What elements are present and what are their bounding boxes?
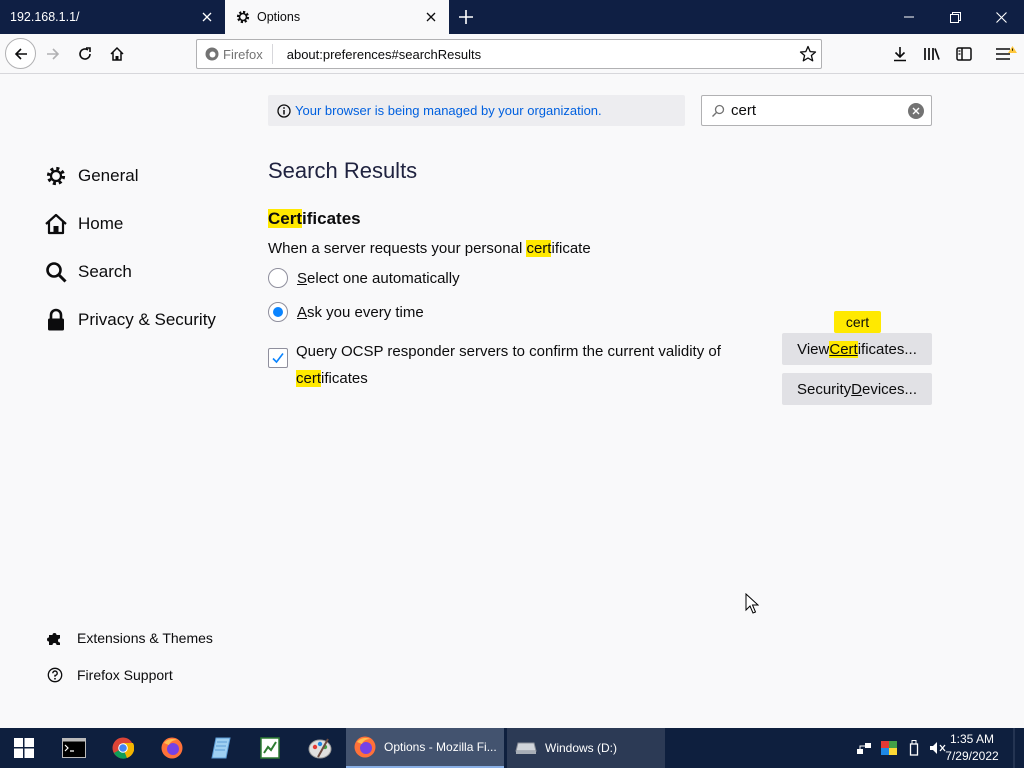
url-text[interactable]: about:preferences#searchResults [287,47,481,62]
home-icon [44,212,68,236]
network-tray-icon[interactable] [852,728,876,768]
system-clock[interactable]: 1:35 AM 7/29/2022 [942,731,1002,765]
tab-title: 192.168.1.1/ [10,10,80,24]
url-bar[interactable]: Firefox about:preferences#searchResults [196,39,822,69]
start-button[interactable] [0,728,48,768]
firefox-window-task[interactable]: Options - Mozilla Fi... [346,728,504,768]
task-title: Options - Mozilla Fi... [384,740,497,754]
identity-label: Firefox [223,46,263,62]
paint-taskbar-icon[interactable] [296,728,344,768]
radio-button[interactable] [268,268,288,288]
gear-icon [235,9,251,25]
new-tab-button[interactable] [449,0,483,34]
firefox-support-link[interactable]: Firefox Support [46,666,173,684]
search-input[interactable] [731,102,901,119]
search-highlight: cert [526,240,552,257]
terminal-taskbar-icon[interactable] [50,728,98,768]
security-devices-button[interactable]: Security Devices... [782,373,932,405]
category-list: General Home Search Privacy & Security [44,152,216,344]
search-icon [711,104,725,118]
radio-label: Ask you every time [297,303,424,321]
extensions-themes-link[interactable]: Extensions & Themes [46,629,213,647]
info-icon [277,103,291,118]
desc-text-rest: ificate [551,240,591,257]
firefox-icon [354,736,376,758]
search-icon [44,260,68,284]
checkmark-icon [272,353,284,364]
radio-button-selected[interactable] [268,302,288,322]
support-label: Firefox Support [77,667,173,683]
clear-search-icon[interactable] [908,103,924,119]
radio-select-automatically[interactable]: Select one automatically [268,268,460,288]
app-menu-button[interactable] [992,40,1020,68]
view-certificates-button[interactable]: View Cert ificates... [782,333,932,365]
clock-date: 7/29/2022 [945,749,999,763]
section-title-rest: ificates [302,209,361,228]
ocsp-checkbox[interactable] [268,348,288,368]
close-tab-icon[interactable] [199,9,215,25]
reload-button[interactable] [71,40,99,68]
downloads-button[interactable] [886,40,914,68]
restore-button[interactable] [932,0,978,34]
windows-taskbar: Options - Mozilla Fi... Windows (D:) 1:3… [0,728,1024,768]
firefox-icon [205,47,219,61]
preferences-search-box[interactable] [701,95,932,126]
search-tooltip: cert [834,311,881,333]
sidebar-button[interactable] [950,40,978,68]
tab-strip: 192.168.1.1/ Options [0,0,1024,34]
puzzle-icon [46,629,64,647]
category-label: Search [78,262,132,281]
desc-text: When a server requests your personal [268,240,527,257]
firefox-taskbar-icon[interactable] [148,728,196,768]
back-button[interactable] [5,38,36,69]
chrome-taskbar-icon[interactable] [99,728,147,768]
search-results-heading: Search Results [268,158,418,183]
library-button[interactable] [918,40,946,68]
navigation-toolbar: Firefox about:preferences#searchResults [0,34,1024,74]
radio-ask-every-time[interactable]: Ask you every time [268,302,424,322]
home-button[interactable] [103,40,131,68]
identity-box[interactable]: Firefox [197,44,273,64]
policies-notice[interactable]: Your browser is being managed by your or… [268,95,685,126]
extensions-label: Extensions & Themes [77,630,213,646]
task-title: Windows (D:) [545,741,618,755]
drive-icon [515,742,537,754]
search-highlight: Cert [268,209,303,228]
windows-logo-icon [14,738,34,758]
close-window-button[interactable] [978,0,1024,34]
help-icon [46,666,64,684]
tab-options[interactable]: Options [225,0,449,34]
category-label: General [78,166,139,185]
search-highlight: cert [296,370,322,387]
certificates-section-title: Certificates [268,209,361,229]
close-tab-icon[interactable] [423,9,439,25]
notification-center-icon[interactable] [1004,728,1024,768]
search-highlight: Cert [829,340,858,358]
forward-button[interactable] [39,40,67,68]
minimize-button[interactable] [886,0,932,34]
category-label: Home [78,214,124,233]
category-label: Privacy & Security [78,310,216,329]
ocsp-label: Query OCSP responder servers to confirm … [296,343,721,387]
tab-router[interactable]: 192.168.1.1/ [0,0,225,34]
category-privacy[interactable]: Privacy & Security [44,296,216,344]
bookmark-star-icon[interactable] [799,45,817,63]
ocsp-checkbox-row[interactable]: Query OCSP responder servers to confirm … [268,338,738,392]
gear-icon [44,164,68,188]
category-search[interactable]: Search [44,248,216,296]
notepad-taskbar-icon[interactable] [197,728,245,768]
policies-notice-link[interactable]: Your browser is being managed by your or… [295,103,602,118]
usb-tray-icon[interactable] [902,728,926,768]
drive-window-task[interactable]: Windows (D:) [507,728,665,768]
certificate-request-description: When a server requests your personal cer… [268,240,591,257]
radio-label: Select one automatically [297,269,460,287]
mouse-cursor-icon [745,592,760,620]
display-tray-icon[interactable] [877,728,901,768]
clock-time: 1:35 AM [949,732,995,746]
lock-icon [44,308,68,332]
editor-taskbar-icon[interactable] [246,728,294,768]
category-general[interactable]: General [44,152,216,200]
tab-title: Options [257,10,301,24]
category-home[interactable]: Home [44,200,216,248]
